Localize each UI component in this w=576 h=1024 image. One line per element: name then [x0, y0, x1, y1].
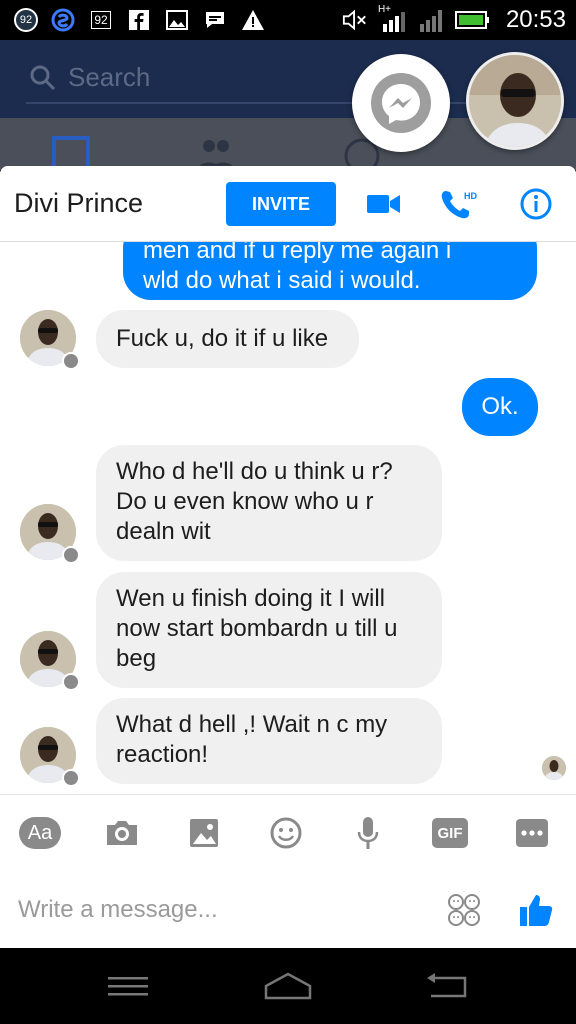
- messenger-chathead[interactable]: [352, 54, 450, 152]
- network-type: H+: [377, 4, 391, 15]
- status-left-icons: 92 92: [14, 6, 266, 34]
- gallery-icon[interactable]: [182, 813, 226, 853]
- messenger-badge-icon: [62, 769, 80, 787]
- stickers-icon[interactable]: [442, 888, 486, 932]
- read-receipt-avatar: [542, 756, 566, 780]
- message-list[interactable]: men and if u reply me again i wld do wha…: [0, 242, 576, 794]
- status-bar: 92 92 H+ 20:53: [0, 0, 576, 40]
- hd-label: HD: [464, 191, 477, 201]
- contact-avatar[interactable]: [20, 310, 80, 370]
- s-app-icon: [50, 8, 76, 32]
- contact-avatar[interactable]: [20, 504, 80, 564]
- warning-icon: [240, 8, 266, 32]
- message-bubble-outgoing[interactable]: men and if u reply me again i wld do wha…: [123, 242, 537, 300]
- chat-window: Divi Prince INVITE HD men and if u reply…: [0, 166, 576, 948]
- phone-screen: 92 92 H+ 20:53 Search Divi Prince INVITE…: [0, 0, 576, 1024]
- facebook-icon: [126, 8, 152, 32]
- invite-button[interactable]: INVITE: [226, 182, 336, 226]
- messenger-badge-icon: [62, 352, 80, 370]
- message-line: Do u even know who u r: [116, 488, 374, 515]
- contact-avatar[interactable]: [20, 727, 80, 787]
- contact-avatar[interactable]: [20, 631, 80, 691]
- message-line: men and if u reply me again i: [143, 242, 452, 264]
- signal-icon: [418, 8, 444, 32]
- search-icon: [30, 65, 56, 90]
- gif-label: GIF: [432, 818, 468, 848]
- gallery-icon: [164, 8, 190, 32]
- message-line: Ok.: [481, 393, 519, 420]
- message-line: now start bombardn u till u: [116, 615, 398, 642]
- info-icon[interactable]: [516, 186, 556, 222]
- microphone-icon[interactable]: [346, 813, 390, 853]
- message-line: wld do what i said i would.: [143, 267, 421, 294]
- back-icon[interactable]: [420, 966, 476, 1006]
- signal-hplus-icon: H+: [378, 4, 408, 32]
- composer-toolbar: Aa GIF: [0, 794, 576, 870]
- contact-chathead-avatar[interactable]: [466, 52, 564, 150]
- message-bubble-outgoing[interactable]: Ok.: [462, 378, 538, 436]
- message-bubble-incoming[interactable]: Who d he'll do u think u r? Do u even kn…: [96, 445, 442, 561]
- home-icon[interactable]: [260, 966, 316, 1006]
- battery-percent-text: 92: [91, 11, 111, 29]
- message-line: beg: [116, 645, 157, 672]
- message-line: Wen u finish doing it I will: [116, 585, 386, 612]
- text-format-label: Aa: [19, 817, 61, 849]
- mute-icon: [342, 8, 368, 32]
- message-bubble-incoming[interactable]: Wen u finish doing it I will now start b…: [96, 572, 442, 688]
- text-format-icon[interactable]: Aa: [18, 813, 62, 853]
- message-input[interactable]: [18, 890, 418, 930]
- fb-search-placeholder: Search: [68, 62, 151, 92]
- android-nav-bar: [0, 948, 576, 1024]
- composer: [0, 870, 576, 948]
- messenger-badge-icon: [62, 546, 80, 564]
- emoji-icon[interactable]: [264, 813, 308, 853]
- battery-percent-icon: 92: [88, 8, 114, 32]
- news-feed-tab-icon[interactable]: [52, 136, 92, 172]
- camera-icon[interactable]: [100, 813, 144, 853]
- fb-search-bar[interactable]: Search: [30, 62, 150, 93]
- chat-header: Divi Prince INVITE HD: [0, 166, 576, 242]
- message-line: Fuck u, do it if u like: [116, 325, 329, 352]
- message-line: dealn wit: [116, 518, 211, 545]
- clock: 20:53: [505, 6, 566, 33]
- messenger-icon: [371, 73, 431, 133]
- hd-voice-call-icon[interactable]: HD: [440, 186, 480, 222]
- friends-tab-icon[interactable]: [196, 136, 236, 170]
- more-options-icon[interactable]: [510, 813, 554, 853]
- gif-icon[interactable]: GIF: [428, 813, 472, 853]
- message-bubble-incoming[interactable]: Fuck u, do it if u like: [96, 310, 359, 368]
- chat-notification-icon: [202, 8, 228, 32]
- messenger-badge-icon: [62, 673, 80, 691]
- contact-name[interactable]: Divi Prince: [14, 188, 143, 219]
- message-line: reaction!: [116, 741, 209, 768]
- battery-icon: [454, 8, 492, 32]
- video-call-icon[interactable]: [364, 186, 404, 222]
- message-line: What d hell ,! Wait n c my: [116, 711, 388, 738]
- notification-count-badge: 92: [14, 8, 38, 32]
- menu-icon[interactable]: [100, 966, 156, 1006]
- like-thumb-icon[interactable]: [514, 888, 558, 932]
- message-line: Who d he'll do u think u r?: [116, 458, 393, 485]
- message-bubble-incoming[interactable]: What d hell ,! Wait n c my reaction!: [96, 698, 442, 784]
- status-right-icons: H+ 20:53: [342, 4, 566, 34]
